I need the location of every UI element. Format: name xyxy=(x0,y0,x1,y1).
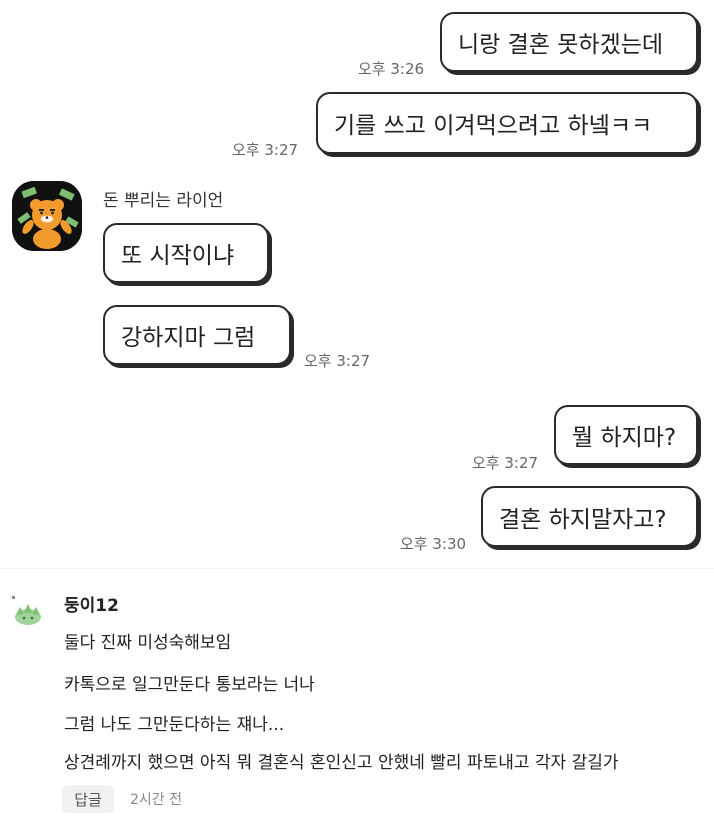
message-text-6: 결혼 하지말자고? xyxy=(499,506,667,533)
message-bubble-4[interactable]: 강하지마 그럼 xyxy=(103,305,291,365)
message-bubble-2[interactable]: 기를 쓰고 이겨먹으려고 하넼ㅋㅋ xyxy=(316,92,698,154)
message-time-5: 오후 3:27 xyxy=(472,454,539,472)
message-text-3: 또 시작이냐 xyxy=(121,243,235,269)
message-bubble-1[interactable]: 니랑 결혼 못하겠는데 xyxy=(440,12,698,72)
comment-line-4: 상견례까지 했으면 아직 뭐 결혼식 혼인신고 안했네 빨리 파토내고 각자 갈… xyxy=(64,753,619,773)
message-text-5: 뭘 하지마? xyxy=(572,425,677,451)
message-time-2: 오후 3:27 xyxy=(232,141,299,159)
message-bubble-5[interactable]: 뭘 하지마? xyxy=(554,405,698,465)
message-text-1: 니랑 결혼 못하겠는데 xyxy=(458,32,664,58)
reply-button[interactable]: 답글 xyxy=(62,785,114,813)
sender-name: 돈 뿌리는 라이언 xyxy=(103,191,224,211)
message-time-1: 오후 3:26 xyxy=(358,60,425,78)
comment-time: 2시간 전 xyxy=(130,792,182,808)
comment-author[interactable]: 둥이12 xyxy=(64,591,119,616)
message-text-2: 기를 쓰고 이겨먹으려고 하넼ㅋㅋ xyxy=(334,113,653,139)
commenter-avatar[interactable] xyxy=(10,595,46,631)
green-leaf-avatar-icon xyxy=(12,596,41,625)
message-time-6: 오후 3:30 xyxy=(400,535,467,553)
ryan-lion-money-icon xyxy=(12,181,82,251)
comment-line-3: 그럼 나도 그만둔다하는 쟤나... xyxy=(64,715,285,735)
message-bubble-3[interactable]: 또 시작이냐 xyxy=(103,223,269,283)
sender-avatar[interactable] xyxy=(12,181,82,251)
comment-line-1: 둘다 진짜 미성숙해보임 xyxy=(64,633,232,653)
message-time-4: 오후 3:27 xyxy=(304,352,371,370)
comment-line-2: 카톡으로 일그만둔다 통보라는 너나 xyxy=(64,675,315,695)
message-text-4: 강하지마 그럼 xyxy=(121,325,256,351)
divider xyxy=(0,568,714,569)
message-bubble-6[interactable]: 결혼 하지말자고? xyxy=(481,486,698,547)
